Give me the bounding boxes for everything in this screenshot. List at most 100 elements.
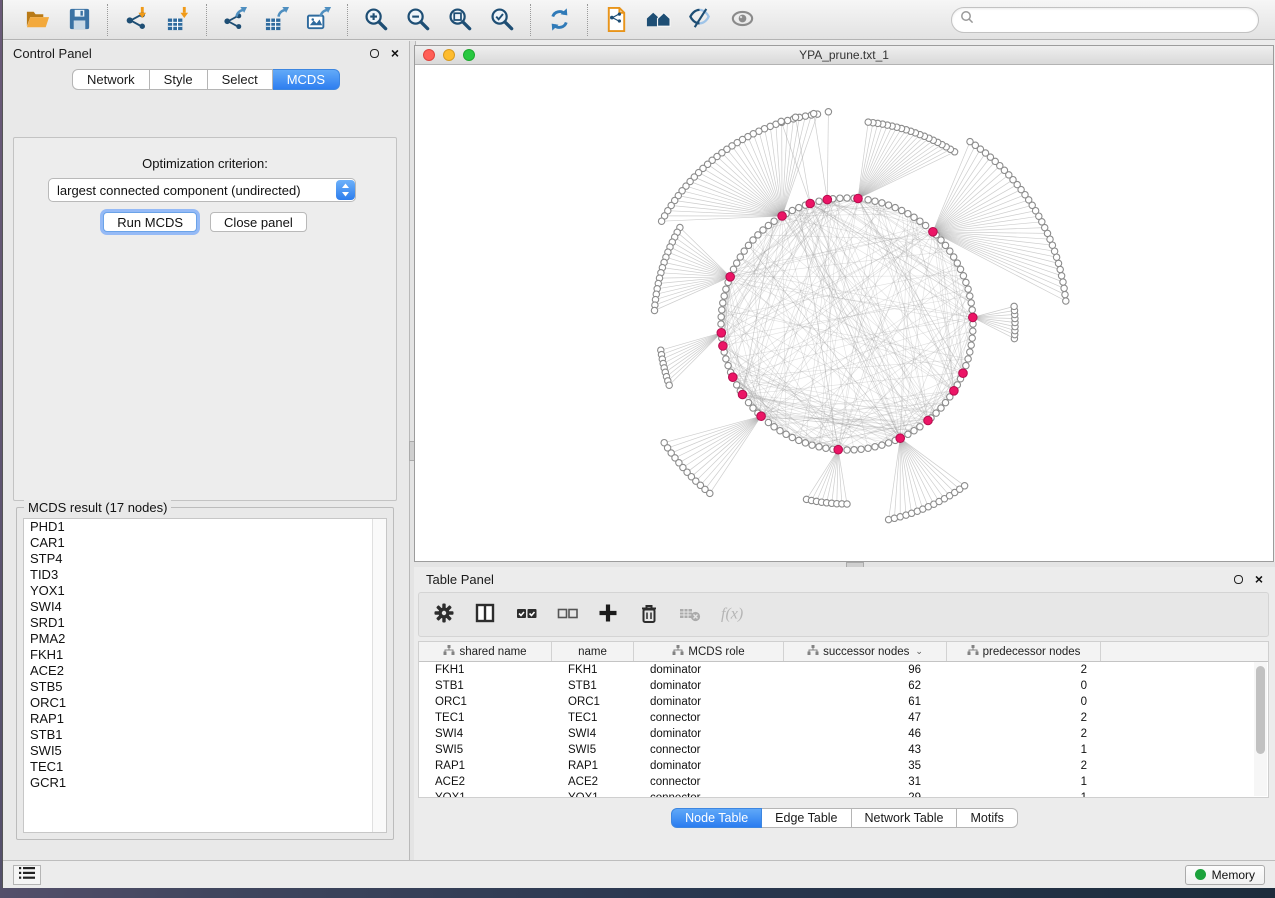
table-columns-button[interactable] — [472, 600, 499, 629]
mcds-result-item[interactable]: RAP1 — [24, 711, 386, 727]
close-panel-icon[interactable]: × — [391, 49, 399, 58]
close-table-panel-icon[interactable]: × — [1255, 575, 1263, 584]
table-cell[interactable]: ACE2 — [419, 776, 552, 788]
toolbar-refresh-button[interactable] — [543, 4, 575, 36]
table-cell[interactable]: 2 — [947, 728, 1101, 740]
tab-edge-table[interactable]: Edge Table — [762, 808, 851, 828]
toolbar-save-button[interactable] — [63, 4, 95, 36]
toolbar-export-image-button[interactable] — [303, 4, 335, 36]
table-cell[interactable]: 46 — [784, 728, 947, 740]
table-cell[interactable]: connector — [634, 712, 784, 724]
toolbar-open-button[interactable] — [21, 4, 53, 36]
toolbar-new-network-from-selection-button[interactable] — [600, 4, 632, 36]
table-row[interactable]: RAP1RAP1dominator352 — [419, 758, 1268, 774]
toolbar-zoom-fit-button[interactable] — [444, 4, 476, 36]
table-row[interactable]: STB1STB1dominator620 — [419, 678, 1268, 694]
table-row[interactable]: FKH1FKH1dominator962 — [419, 662, 1268, 678]
table-cell[interactable]: connector — [634, 744, 784, 756]
table-cell[interactable]: dominator — [634, 696, 784, 708]
mcds-result-item[interactable]: ORC1 — [24, 695, 386, 711]
table-clear-selection-button[interactable] — [554, 600, 581, 629]
table-cell[interactable]: SWI4 — [419, 728, 552, 740]
table-cell[interactable]: YOX1 — [552, 792, 634, 798]
mcds-result-item[interactable]: SWI4 — [24, 599, 386, 615]
network-canvas[interactable] — [415, 65, 1273, 561]
toolbar-show-eye-button[interactable] — [726, 4, 758, 36]
toolbar-zoom-out-button[interactable] — [402, 4, 434, 36]
table-row[interactable]: ORC1ORC1dominator610 — [419, 694, 1268, 710]
table-cell[interactable]: 61 — [784, 696, 947, 708]
table-cell[interactable]: YOX1 — [419, 792, 552, 798]
optimization-criterion-select[interactable]: largest connected component (undirected) — [48, 178, 356, 202]
table-cell[interactable]: STB1 — [419, 680, 552, 692]
table-cell[interactable]: 29 — [784, 792, 947, 798]
toolbar-export-table-button[interactable] — [261, 4, 293, 36]
table-cell[interactable]: 96 — [784, 664, 947, 676]
tab-select[interactable]: Select — [208, 69, 273, 90]
tab-network-table[interactable]: Network Table — [852, 808, 958, 828]
table-cell[interactable]: 2 — [947, 664, 1101, 676]
table-add-row-button[interactable] — [595, 600, 622, 629]
mcds-result-item[interactable]: ACE2 — [24, 663, 386, 679]
table-cell[interactable]: 2 — [947, 760, 1101, 772]
table-cell[interactable]: dominator — [634, 760, 784, 772]
tab-style[interactable]: Style — [150, 69, 208, 90]
table-row[interactable]: SWI4SWI4dominator462 — [419, 726, 1268, 742]
column-header-name[interactable]: name — [552, 642, 634, 661]
table-cell[interactable]: SWI5 — [552, 744, 634, 756]
mcds-result-item[interactable]: STB1 — [24, 727, 386, 743]
column-header-MCDS-role[interactable]: MCDS role — [634, 642, 784, 661]
toolbar-import-network-button[interactable] — [120, 4, 152, 36]
mcds-result-item[interactable]: STB5 — [24, 679, 386, 695]
column-header-predecessor-nodes[interactable]: predecessor nodes — [947, 642, 1101, 661]
mcds-result-item[interactable]: TEC1 — [24, 759, 386, 775]
table-cell[interactable]: TEC1 — [552, 712, 634, 724]
mcds-result-item[interactable]: TID3 — [24, 567, 386, 583]
table-cell[interactable]: dominator — [634, 680, 784, 692]
table-select-all-button[interactable] — [513, 600, 540, 629]
show-panel-list-button[interactable] — [13, 865, 41, 885]
table-cell[interactable]: dominator — [634, 664, 784, 676]
table-scrollbar-thumb[interactable] — [1256, 666, 1265, 754]
close-panel-button[interactable]: Close panel — [210, 212, 307, 232]
run-mcds-button[interactable]: Run MCDS — [103, 212, 197, 232]
mcds-result-item[interactable]: YOX1 — [24, 583, 386, 599]
table-cell[interactable]: 31 — [784, 776, 947, 788]
table-cell[interactable]: ORC1 — [419, 696, 552, 708]
table-cell[interactable]: ACE2 — [552, 776, 634, 788]
table-row[interactable]: YOX1YOX1connector291 — [419, 790, 1268, 798]
mcds-result-item[interactable]: STP4 — [24, 551, 386, 567]
mcds-result-item[interactable]: PHD1 — [24, 519, 386, 535]
mcds-result-item[interactable]: SWI5 — [24, 743, 386, 759]
table-cell[interactable]: 0 — [947, 680, 1101, 692]
table-cell[interactable]: FKH1 — [419, 664, 552, 676]
float-panel-icon[interactable] — [370, 49, 379, 58]
mcds-result-item[interactable]: PMA2 — [24, 631, 386, 647]
tab-node-table[interactable]: Node Table — [671, 808, 762, 828]
table-row[interactable]: SWI5SWI5connector431 — [419, 742, 1268, 758]
table-cell[interactable]: dominator — [634, 728, 784, 740]
table-gear-button[interactable] — [431, 600, 458, 629]
result-list-scrollbar[interactable] — [372, 519, 386, 832]
table-cell[interactable]: FKH1 — [552, 664, 634, 676]
mcds-result-list[interactable]: PHD1CAR1STP4TID3YOX1SWI4SRD1PMA2FKH1ACE2… — [23, 518, 387, 833]
table-cell[interactable]: RAP1 — [552, 760, 634, 772]
toolbar-zoom-selected-button[interactable] — [486, 4, 518, 36]
search-box[interactable] — [951, 7, 1259, 33]
mcds-result-item[interactable]: SRD1 — [24, 615, 386, 631]
tab-motifs[interactable]: Motifs — [957, 808, 1017, 828]
search-input[interactable] — [974, 12, 1250, 28]
tab-network[interactable]: Network — [72, 69, 150, 90]
table-cell[interactable]: TEC1 — [419, 712, 552, 724]
table-delete-row-button[interactable] — [636, 600, 663, 629]
table-cell[interactable]: 1 — [947, 776, 1101, 788]
table-cell[interactable]: SWI5 — [419, 744, 552, 756]
toolbar-hide-panels-button[interactable] — [684, 4, 716, 36]
memory-button[interactable]: Memory — [1185, 865, 1265, 885]
column-header-successor-nodes[interactable]: successor nodes⌄ — [784, 642, 947, 661]
table-cell[interactable]: connector — [634, 792, 784, 798]
table-row[interactable]: ACE2ACE2connector311 — [419, 774, 1268, 790]
table-cell[interactable]: RAP1 — [419, 760, 552, 772]
table-cell[interactable]: 0 — [947, 696, 1101, 708]
table-cell[interactable]: ORC1 — [552, 696, 634, 708]
